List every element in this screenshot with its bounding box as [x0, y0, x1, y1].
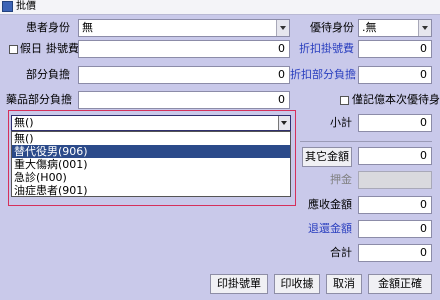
list-item[interactable]: 重大傷病(001) — [12, 158, 290, 171]
app-icon — [2, 1, 13, 12]
subtotal-label: 小計 — [330, 116, 352, 129]
discount-copayment-label[interactable]: 折扣部分負擔 — [290, 66, 356, 84]
discount-identity-value: .無 — [362, 21, 377, 34]
patient-identity-value: 無 — [82, 21, 93, 34]
drug-copayment-label: 藥品部分負擔 — [6, 93, 72, 106]
list-item[interactable]: 急診(H00) — [12, 171, 290, 184]
other-amount-field[interactable]: 0 — [358, 147, 432, 165]
discount-registration-fee-label[interactable]: 折扣掛號費 — [290, 40, 354, 58]
deposit-field — [358, 171, 432, 189]
discount-registration-fee-field[interactable]: 0 — [358, 40, 432, 58]
memo-discount-label: 僅記億本次優待身份 — [352, 93, 440, 106]
identity-options-list[interactable]: 無() 替代役男(906) 重大傷病(001) 急診(H00) 油症患者(901… — [11, 131, 291, 197]
identity-combo-value: 無() — [14, 116, 34, 129]
divider — [300, 141, 432, 142]
cancel-button[interactable]: 取消 — [326, 274, 362, 294]
discount-identity-label: 優待身份 — [310, 21, 354, 34]
chevron-down-icon[interactable] — [276, 20, 289, 36]
billing-window: 批價 患者身份 無 優待身份 .無 假日 掛號費 0 折扣掛號費 0 部分負擔 … — [0, 0, 440, 300]
discount-identity-select[interactable]: .無 — [358, 19, 432, 37]
chevron-down-icon[interactable] — [418, 20, 431, 36]
list-item[interactable]: 油症患者(901) — [12, 184, 290, 197]
copayment-label: 部分負擔 — [26, 68, 70, 81]
refund-field[interactable]: 0 — [358, 220, 432, 238]
total-label: 合計 — [330, 246, 352, 259]
subtotal-field[interactable]: 0 — [358, 114, 432, 132]
total-field[interactable]: 0 — [358, 244, 432, 262]
registration-fee-field[interactable]: 0 — [78, 40, 290, 58]
holiday-label: 假日 — [20, 42, 42, 55]
list-item[interactable]: 替代役男(906) — [12, 145, 290, 158]
list-item[interactable]: 無() — [12, 132, 290, 145]
confirm-amount-button[interactable]: 金額正確 — [368, 274, 432, 294]
other-amount-button[interactable]: 其它金額 — [302, 147, 352, 167]
registration-fee-label: 掛號費 — [46, 42, 79, 55]
chevron-down-icon[interactable] — [278, 116, 290, 130]
memo-discount-checkbox[interactable] — [340, 96, 349, 105]
identity-combo[interactable]: 無() — [11, 115, 291, 131]
patient-identity-label: 患者身份 — [26, 21, 70, 34]
print-registration-button[interactable]: 印掛號單 — [210, 274, 268, 294]
refund-label[interactable]: 退還金額 — [300, 220, 352, 238]
print-receipt-button[interactable]: 印收據 — [274, 274, 320, 294]
copayment-field[interactable]: 0 — [78, 66, 290, 84]
patient-identity-select[interactable]: 無 — [78, 19, 290, 37]
holiday-checkbox[interactable] — [9, 45, 18, 54]
receivable-field[interactable]: 0 — [358, 196, 432, 214]
window-title: 批價 — [16, 1, 36, 12]
deposit-label: 押金 — [330, 173, 352, 186]
drug-copayment-field[interactable]: 0 — [78, 91, 290, 109]
discount-copayment-field[interactable]: 0 — [358, 66, 432, 84]
title-bar: 批價 — [0, 0, 440, 15]
receivable-label: 應收金額 — [308, 198, 352, 211]
